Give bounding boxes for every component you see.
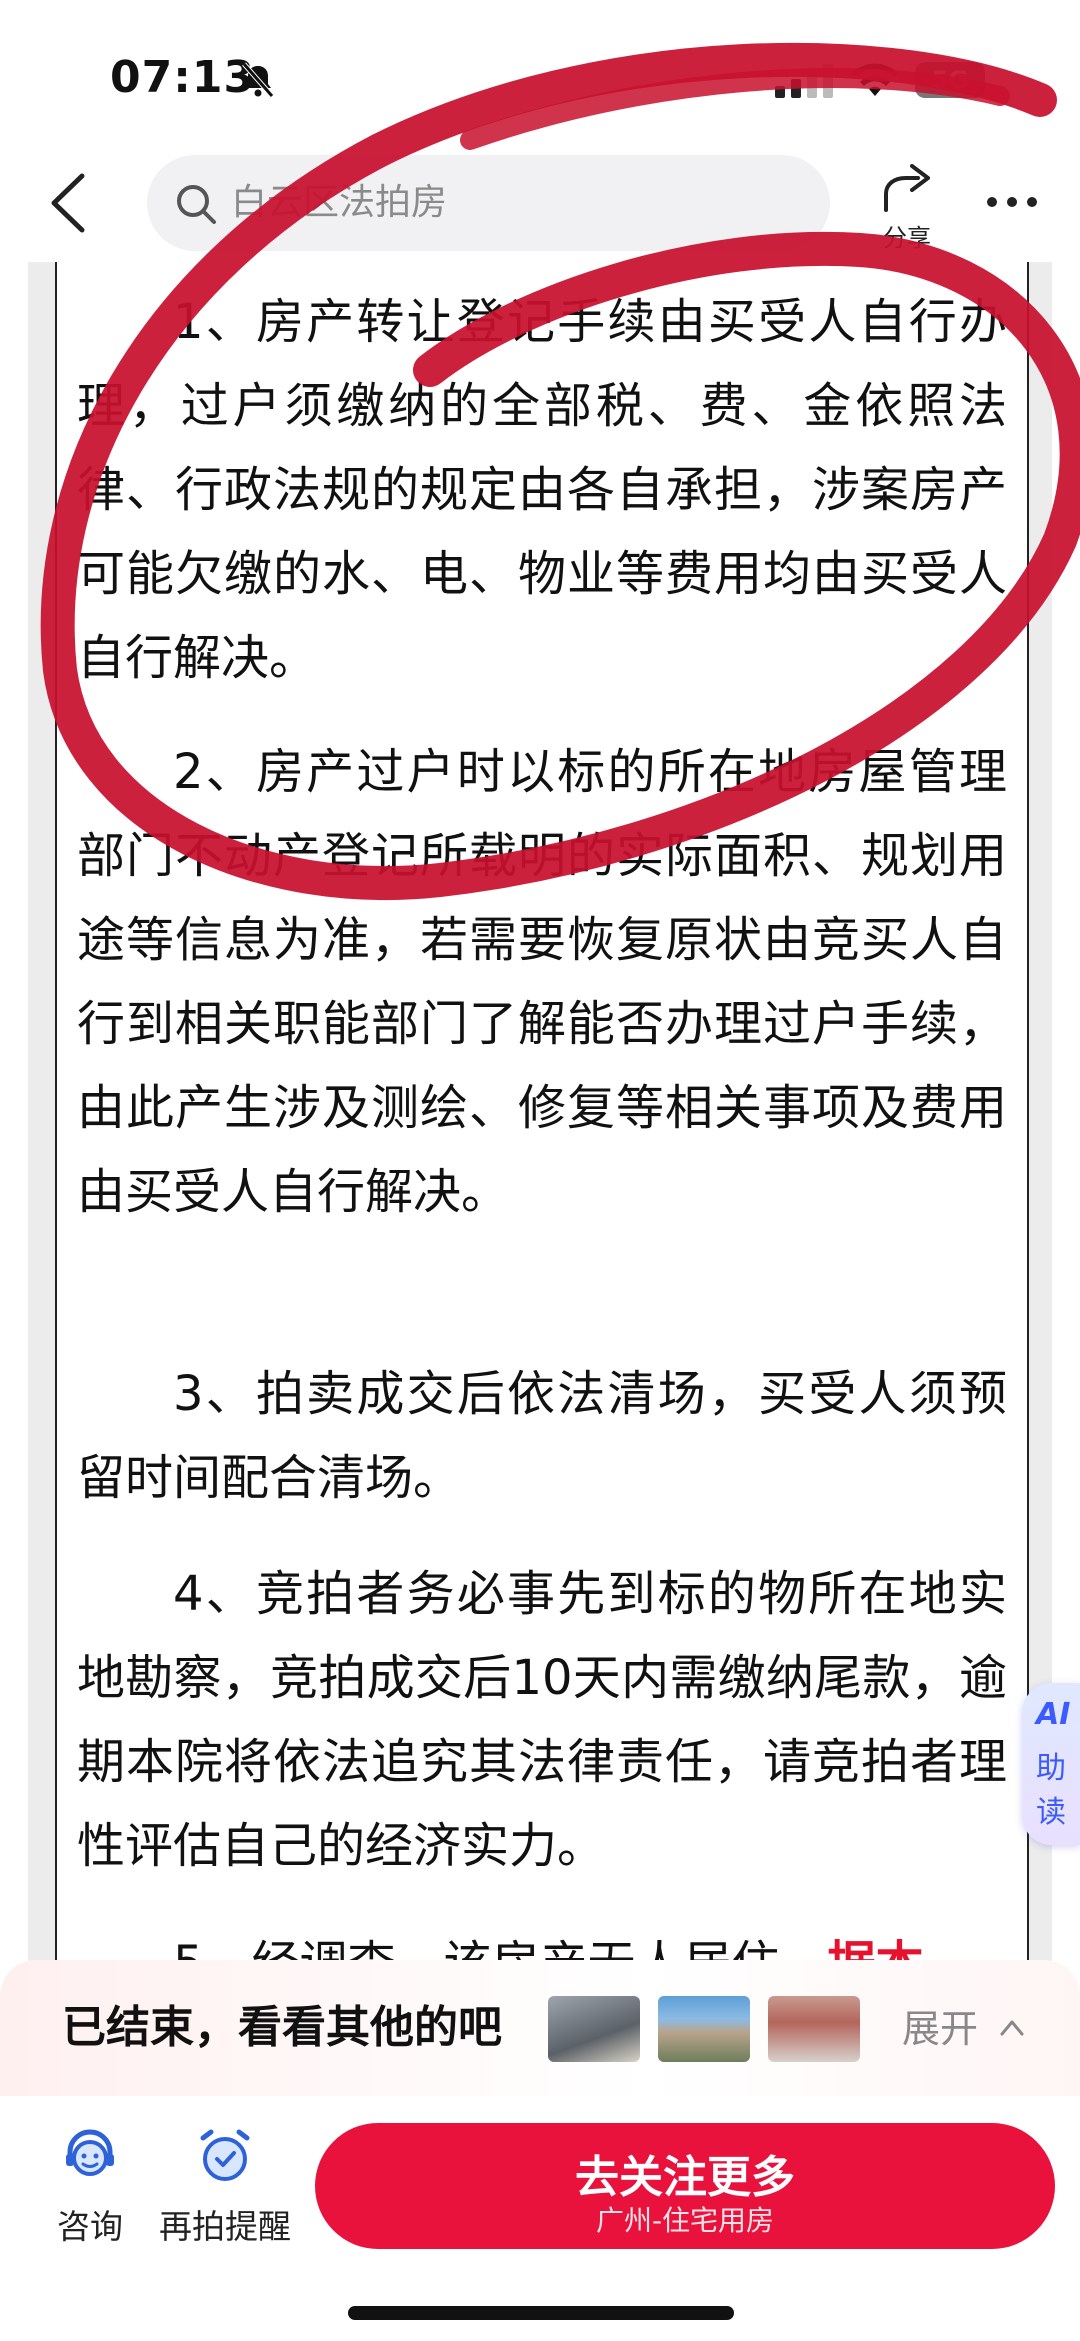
alarm-clock-icon xyxy=(200,2129,250,2181)
search-icon xyxy=(177,185,216,224)
ended-message: 已结束，看看其他的吧 xyxy=(62,2002,502,2053)
paragraph-1: 1、房产转让登记手续由买受人自行办理，过户须缴纳的全部税、费、金依照法律、行政法… xyxy=(77,294,1007,686)
share-button[interactable]: 分享 xyxy=(872,162,942,252)
follow-more-sublabel: 广州-住宅用房 xyxy=(595,2204,775,2237)
property-thumbnail[interactable] xyxy=(548,1996,640,2062)
remind-label: 再拍提醒 xyxy=(159,2207,291,2246)
property-thumbnail[interactable] xyxy=(768,1996,860,2062)
ai-tab-char-2: 读 xyxy=(1036,1795,1066,1830)
signal-icon xyxy=(775,64,833,98)
ai-reading-tab[interactable]: AI 助 读 xyxy=(1022,1683,1080,1845)
chevron-up-icon[interactable] xyxy=(998,2016,1026,2038)
ai-tab-char-1: 助 xyxy=(1036,1751,1066,1786)
follow-more-button[interactable]: 去关注更多 广州-住宅用房 xyxy=(315,2123,1055,2249)
status-bar: 07:13 5G xyxy=(0,0,1080,150)
wifi-icon xyxy=(852,63,898,96)
paragraph-2: 2、房产过户时以标的所在地房屋管理部门不动产登记所载明的实际面积、规划用途等信息… xyxy=(77,744,1007,1220)
ai-label: AI xyxy=(1036,1697,1071,1732)
page-gutter-left xyxy=(28,262,55,1962)
consult-button[interactable]: 咨询 xyxy=(50,2126,130,2248)
paragraph-4: 4、竞拍者务必事先到标的物所在地实地勘察，竞拍成交后10天内需缴纳尾款，逾期本院… xyxy=(77,1566,1007,1874)
bell-muted-icon xyxy=(242,62,274,98)
battery-icon: 5G xyxy=(915,62,985,98)
top-nav: 白云区法拍房 分享 xyxy=(0,150,1080,260)
back-arrow-icon[interactable] xyxy=(40,168,100,238)
more-icon[interactable] xyxy=(982,182,1042,222)
property-thumbnail[interactable] xyxy=(658,1996,750,2062)
search-query: 白云区法拍房 xyxy=(231,182,448,223)
auction-ended-bar: 已结束，看看其他的吧 展开 xyxy=(0,1960,1080,2096)
search-bar[interactable]: 白云区法拍房 xyxy=(147,155,830,251)
expand-button[interactable]: 展开 xyxy=(902,2002,978,2056)
bottom-action-bar: 咨询 再拍提醒 去关注更多 广州-住宅用房 xyxy=(0,2096,1080,2341)
follow-more-label: 去关注更多 xyxy=(575,2152,795,2203)
status-time: 07:13 xyxy=(110,52,256,103)
consult-label: 咨询 xyxy=(57,2207,123,2246)
announcement-document: 1、房产转让登记手续由买受人自行办理，过户须缴纳的全部税、费、金依照法律、行政法… xyxy=(55,262,1029,1992)
remind-button[interactable]: 再拍提醒 xyxy=(155,2126,295,2248)
paragraph-3: 3、拍卖成交后依法清场，买受人须预留时间配合清场。 xyxy=(77,1366,1007,1506)
customer-service-icon xyxy=(66,2129,114,2176)
share-icon xyxy=(884,164,930,212)
share-label: 分享 xyxy=(883,224,931,252)
home-indicator[interactable] xyxy=(348,2306,734,2320)
